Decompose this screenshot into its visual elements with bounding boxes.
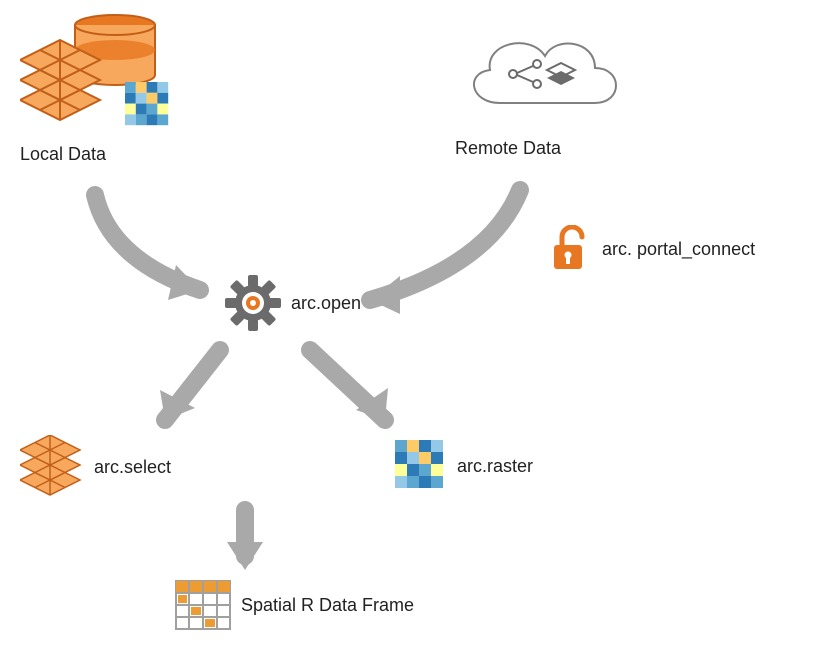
node-portal-connect: arc. portal_connect xyxy=(548,225,755,273)
arc-select-label: arc.select xyxy=(94,457,171,478)
arc-open-label: arc.open xyxy=(291,293,361,314)
node-arc-raster: arc.raster xyxy=(395,440,533,492)
node-arc-select: arc.select xyxy=(20,435,171,499)
layers-icon xyxy=(20,435,84,499)
raster-icon xyxy=(395,440,447,492)
arc-raster-label: arc.raster xyxy=(457,456,533,477)
remote-data-label: Remote Data xyxy=(455,138,561,159)
gear-icon xyxy=(225,275,281,331)
node-local-data: Local Data xyxy=(20,10,180,165)
spatial-frame-label: Spatial R Data Frame xyxy=(241,595,414,616)
unlock-icon xyxy=(548,225,592,273)
portal-connect-label: arc. portal_connect xyxy=(602,239,755,260)
node-remote-data: Remote Data xyxy=(455,18,625,159)
local-data-label: Local Data xyxy=(20,144,106,165)
local-data-icon xyxy=(20,10,180,130)
grid-table-icon xyxy=(175,580,231,630)
cloud-icon xyxy=(455,18,625,128)
node-arc-open: arc.open xyxy=(225,275,361,331)
node-spatial-frame: Spatial R Data Frame xyxy=(175,580,414,630)
